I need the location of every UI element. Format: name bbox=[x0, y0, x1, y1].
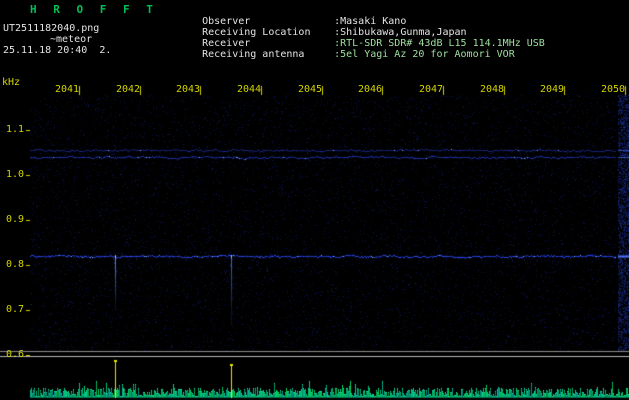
x-tick-label: 2049 bbox=[540, 84, 565, 95]
antenna-label: Receiving antenna bbox=[202, 49, 305, 60]
y-axis-unit-label: kHz bbox=[2, 77, 21, 88]
y-tick-label: 0.6 bbox=[5, 349, 24, 360]
x-tick-label: 2043 bbox=[176, 84, 201, 95]
x-tick-label: 2046 bbox=[358, 84, 383, 95]
x-tick-label: 2041 bbox=[55, 84, 80, 95]
info-row-antenna: Receiving antenna :5el Yagi Az 20 for Aom… bbox=[178, 38, 515, 71]
hrofft-screen: H R O F F T UT2511182040.png ~meteor 25.… bbox=[0, 0, 629, 400]
y-tick-label: 1.1 bbox=[5, 124, 24, 135]
antenna-value: :5el Yagi Az 20 for Aomori VOR bbox=[334, 49, 515, 60]
capture-filename: UT2511182040.png bbox=[3, 23, 100, 34]
x-tick-label: 2050 bbox=[601, 84, 626, 95]
x-tick-label: 2044 bbox=[237, 84, 262, 95]
app-title: H R O F F T bbox=[30, 3, 158, 16]
x-tick-label: 2042 bbox=[116, 84, 141, 95]
y-tick-label: 0.9 bbox=[5, 214, 24, 225]
x-tick-label: 2048 bbox=[480, 84, 505, 95]
capture-datetime: 25.11.18 20:40 2. bbox=[3, 45, 112, 56]
x-tick-label: 2045 bbox=[298, 84, 323, 95]
y-tick-label: 0.8 bbox=[5, 259, 24, 270]
y-tick-label: 1.0 bbox=[5, 169, 24, 180]
x-tick-label: 2047 bbox=[419, 84, 444, 95]
capture-note: ~meteor bbox=[50, 34, 93, 45]
y-tick-label: 0.7 bbox=[5, 304, 24, 315]
